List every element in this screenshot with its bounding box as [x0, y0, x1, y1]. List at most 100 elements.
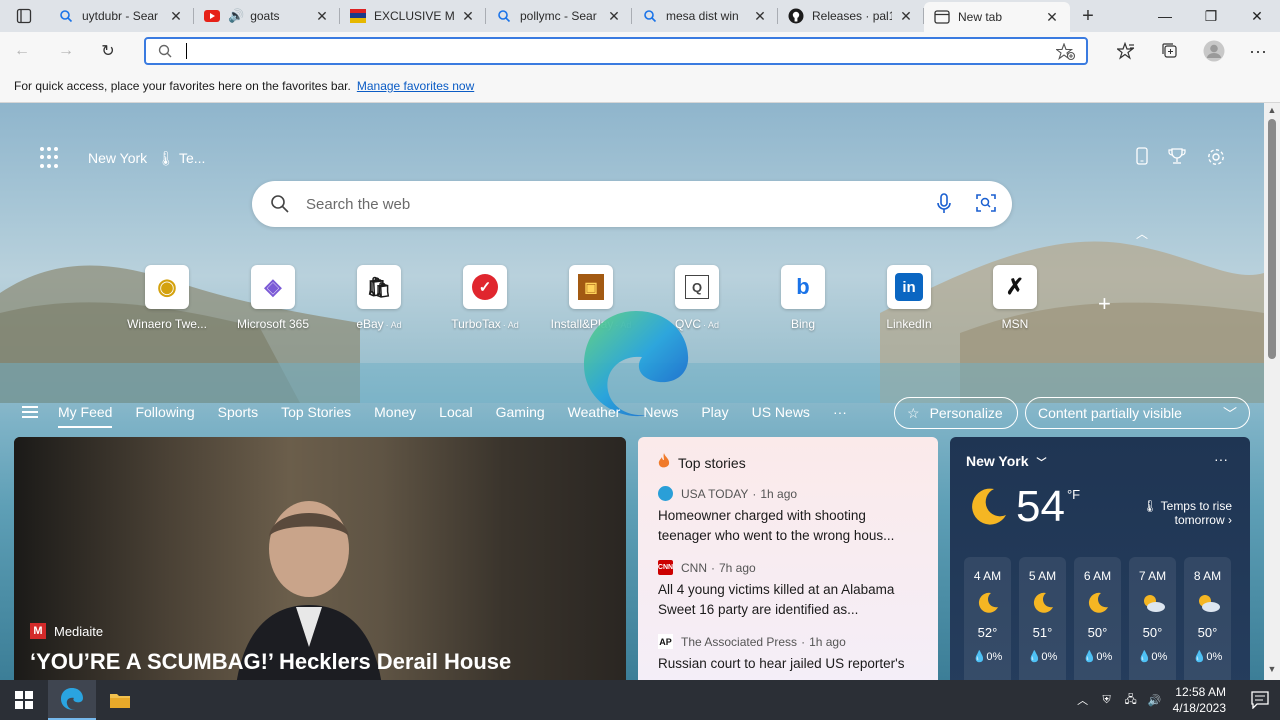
hour-forecast[interactable]: 5 AM 51° 💧0%: [1019, 557, 1066, 680]
close-tab-icon[interactable]: ✕: [898, 8, 914, 25]
back-button[interactable]: ←: [0, 32, 44, 70]
add-favorite-icon[interactable]: [1054, 42, 1076, 64]
feed-menu-icon[interactable]: [22, 406, 38, 418]
quick-link-linkedin[interactable]: in LinkedIn: [856, 265, 962, 331]
notifications-button[interactable]: [1240, 680, 1280, 720]
rewards-trophy-icon[interactable]: [1168, 147, 1186, 170]
hour-forecast[interactable]: 6 AM 50° 💧0%: [1074, 557, 1121, 680]
address-input[interactable]: [191, 43, 791, 59]
speaker-icon[interactable]: 🔊: [228, 8, 244, 24]
web-search-box[interactable]: Search the web: [252, 181, 1012, 227]
hour-temp: 51°: [1032, 625, 1053, 640]
close-tab-icon[interactable]: ✕: [606, 8, 622, 25]
tab-0[interactable]: uytdubr - Sear ✕: [48, 0, 194, 32]
add-quick-link-icon[interactable]: +: [1098, 291, 1111, 317]
close-tab-icon[interactable]: ✕: [314, 8, 330, 25]
feed-tab-money[interactable]: Money: [374, 404, 416, 420]
back-arrow-icon: ←: [14, 42, 30, 59]
feed-tab-play[interactable]: Play: [701, 404, 728, 420]
page-settings-gear-icon[interactable]: [1206, 147, 1226, 170]
weather-more-icon[interactable]: ···: [1214, 451, 1228, 467]
tab-3[interactable]: pollymc - Sear ✕: [486, 0, 632, 32]
quick-link-turbotax[interactable]: ✓ TurboTax · Ad: [432, 265, 538, 331]
weather-location-selector[interactable]: New York ﹀: [966, 453, 1234, 469]
tab-5[interactable]: Releases · pal1 ✕: [778, 0, 924, 32]
feed-more-button[interactable]: ···: [833, 404, 847, 420]
address-bar[interactable]: [144, 37, 1088, 65]
story-item[interactable]: USA TODAY · 1h ago Homeowner charged with …: [658, 486, 918, 546]
feed-tab-local[interactable]: Local: [439, 404, 472, 420]
personalize-button[interactable]: ☆ Personalize: [894, 397, 1018, 429]
quick-link-msn[interactable]: ✗ MSN: [962, 265, 1068, 331]
weather-snippet[interactable]: Te...: [179, 150, 205, 166]
microphone-icon[interactable]: [936, 193, 952, 218]
show-hidden-icons-chevron-icon[interactable]: ︿: [1071, 692, 1095, 708]
start-button[interactable]: [0, 680, 48, 720]
hero-article-card[interactable]: M Mediaite ‘YOU’RE A SCUMBAG!’ Hecklers …: [14, 437, 626, 680]
scroll-up-icon[interactable]: ▲: [1264, 105, 1280, 119]
quick-link-microsoft-365[interactable]: ◈ Microsoft 365: [220, 265, 326, 331]
feed-tab-weather[interactable]: Weather: [568, 404, 621, 420]
restore-button[interactable]: ❐: [1188, 0, 1234, 32]
settings-more-button[interactable]: ···: [1236, 32, 1280, 70]
github-icon: [788, 8, 804, 24]
visual-search-icon[interactable]: [976, 193, 996, 218]
security-shield-icon[interactable]: ⛨: [1095, 694, 1119, 707]
hour-forecast[interactable]: 8 AM 50° 💧0%: [1184, 557, 1231, 680]
hero-headline[interactable]: ‘YOU’RE A SCUMBAG!’ Hecklers Derail Hous…: [30, 649, 511, 675]
new-tab-button[interactable]: +: [1070, 0, 1106, 32]
close-tab-icon[interactable]: ✕: [168, 8, 184, 25]
feed-tab-gaming[interactable]: Gaming: [496, 404, 545, 420]
tab-4[interactable]: mesa dist win ✕: [632, 0, 778, 32]
feed-tab-us-news[interactable]: US News: [752, 404, 810, 420]
quick-link-bing[interactable]: b Bing: [750, 265, 856, 331]
top-stories-title: Top stories: [678, 454, 746, 471]
quick-link-label: LinkedIn: [886, 317, 932, 331]
tab-6-active[interactable]: New tab ✕: [924, 2, 1070, 32]
tab-1[interactable]: 🔊 goats ✕: [194, 0, 340, 32]
close-window-button[interactable]: ✕: [1234, 0, 1280, 32]
feed-tab-following[interactable]: Following: [135, 404, 194, 420]
forward-button[interactable]: →: [44, 32, 88, 70]
taskbar-file-explorer-button[interactable]: [96, 680, 144, 720]
location-label[interactable]: New York: [88, 150, 147, 166]
feed-tab-sports[interactable]: Sports: [218, 404, 258, 420]
tab-2[interactable]: EXCLUSIVE Mr ✕: [340, 0, 486, 32]
feed-tab-top-stories[interactable]: Top Stories: [281, 404, 351, 420]
profile-button[interactable]: [1192, 32, 1236, 70]
close-tab-icon[interactable]: ✕: [752, 8, 768, 25]
close-tab-icon[interactable]: ✕: [1044, 9, 1060, 26]
header-strip: New York 🌡 Te...: [40, 147, 205, 169]
collections-button[interactable]: [1148, 32, 1192, 70]
content-visibility-dropdown[interactable]: Content partially visible ﹀: [1025, 397, 1250, 429]
apps-launcher-icon[interactable]: [40, 147, 62, 169]
network-icon[interactable]: 🖧: [1119, 691, 1143, 710]
hour-forecast[interactable]: 4 AM 52° 💧0%: [964, 557, 1011, 680]
feed-tab-news[interactable]: News: [643, 404, 678, 420]
quick-link-winaero[interactable]: ◉ Winaero Twe...: [114, 265, 220, 331]
story-item[interactable]: CNN CNN · 7h ago All 4 young victims killed…: [658, 560, 918, 620]
feed-tab-my-feed[interactable]: My Feed: [58, 404, 113, 428]
volume-icon[interactable]: 🔊: [1143, 694, 1167, 707]
tab-actions-button[interactable]: [0, 0, 48, 32]
mobile-phone-icon[interactable]: [1136, 147, 1148, 170]
favorites-button[interactable]: [1104, 32, 1148, 70]
manage-favorites-link[interactable]: Manage favorites now: [357, 79, 474, 93]
story-title[interactable]: Homeowner charged with shooting teenager…: [658, 506, 918, 546]
quick-link-ebay[interactable]: 🛍 eBay · Ad: [326, 265, 432, 331]
scrollbar-thumb[interactable]: [1268, 119, 1276, 359]
close-tab-icon[interactable]: ✕: [460, 8, 476, 25]
collapse-quicklinks-icon[interactable]: ︿: [1136, 225, 1148, 242]
minimize-button[interactable]: —: [1142, 0, 1188, 32]
hour-forecast[interactable]: 7 AM 50° 💧0%: [1129, 557, 1176, 680]
weather-card[interactable]: New York ﹀ ··· 54 °F 🌡 Temps to rise tom…: [950, 437, 1250, 680]
story-item[interactable]: AP The Associated Press · 1h ago Russian co…: [658, 634, 918, 674]
story-title[interactable]: All 4 young victims killed at an Alabama…: [658, 580, 918, 620]
taskbar-edge-button[interactable]: [48, 680, 96, 720]
weather-alert[interactable]: 🌡 Temps to rise tomorrow ›: [1112, 499, 1232, 527]
page-scrollbar[interactable]: ▲ ▼: [1264, 103, 1280, 680]
story-title[interactable]: Russian court to hear jailed US reporter…: [658, 654, 918, 674]
taskbar-clock[interactable]: 12:58 AM 4/18/2023: [1173, 684, 1226, 716]
refresh-button[interactable]: ↻: [86, 32, 130, 70]
scroll-down-icon[interactable]: ▼: [1264, 664, 1280, 678]
